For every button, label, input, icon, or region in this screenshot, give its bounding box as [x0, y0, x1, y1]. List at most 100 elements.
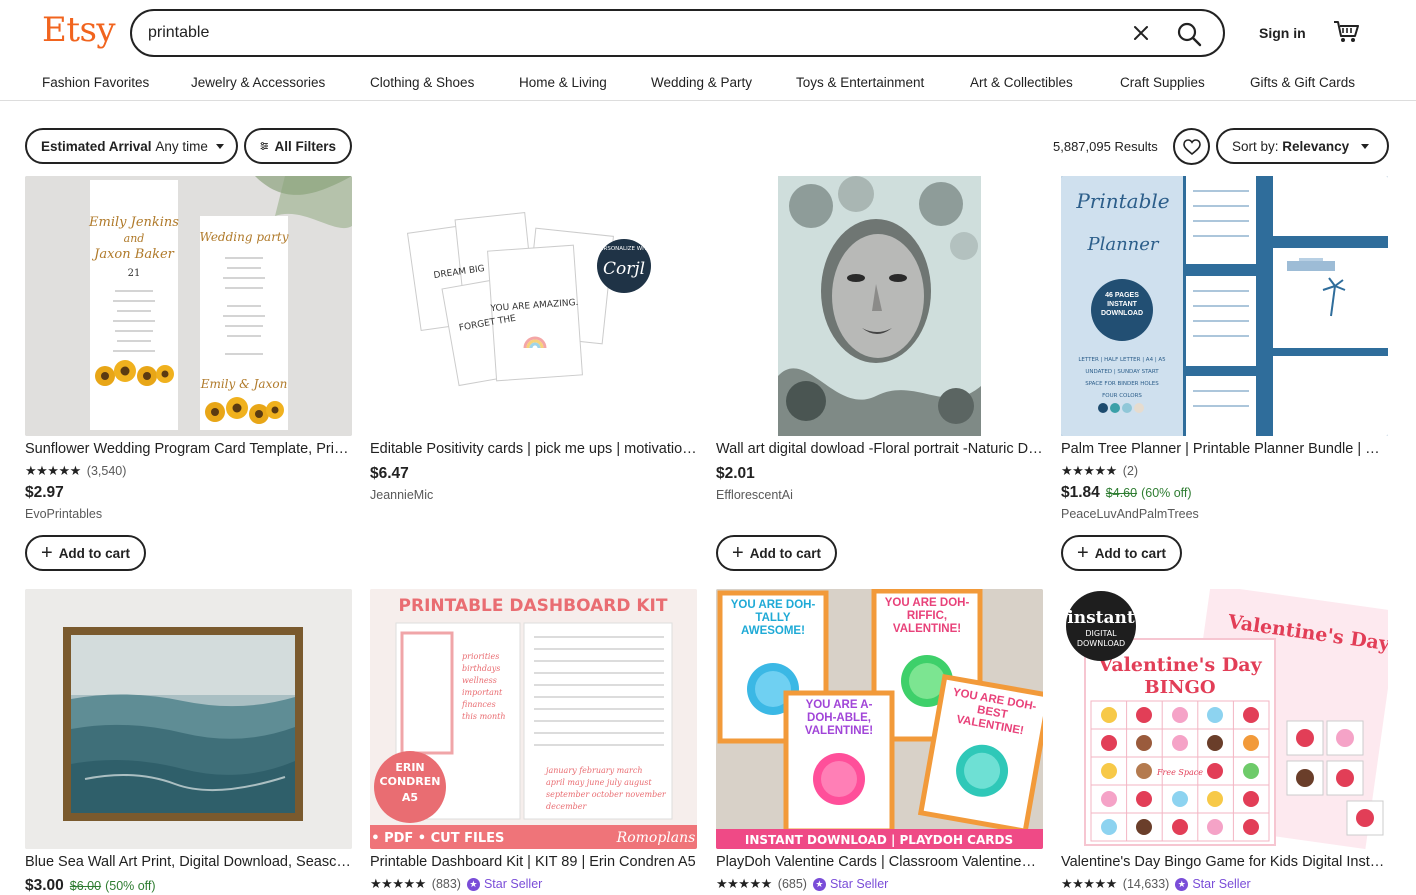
svg-text:april may june july august: april may june july august [546, 778, 652, 787]
results-count: 5,887,095 Results [1053, 139, 1158, 154]
product-image[interactable]: Emily Jenkins and Jaxon Baker 21 Wedding… [25, 176, 352, 436]
nav-gifts-gift-cards[interactable]: Gifts & Gift Cards [1250, 75, 1355, 90]
product-image[interactable]: DREAM BIG FORGET THE YOU ARE AMAZING. PE… [370, 176, 697, 436]
product-card[interactable]: PRINTABLE DASHBOARD KIT priorities birthd… [370, 589, 697, 895]
product-image[interactable]: YOU ARE DOH-TALLY AWESOME! YOU ARE DOH-R… [716, 589, 1043, 849]
shop-name[interactable]: PeaceLuvAndPalmTrees [1061, 507, 1199, 521]
badge-line-3: A5 [402, 791, 418, 804]
product-title[interactable]: Valentine's Day Bingo Game for Kids Digi… [1061, 854, 1388, 870]
product-card[interactable]: Valentine's Day Valentine's Day BINGO Fr… [1061, 589, 1388, 895]
discount: (60% off) [1141, 486, 1192, 500]
nav-home-living[interactable]: Home & Living [519, 75, 607, 90]
nav-craft-supplies[interactable]: Craft Supplies [1120, 75, 1205, 90]
corjl-badge-main: Corjl [603, 259, 645, 279]
search-bar [130, 9, 1225, 57]
clear-icon[interactable] [1130, 22, 1152, 44]
program-date: 21 [128, 268, 141, 279]
nav-clothing-shoes[interactable]: Clothing & Shoes [370, 75, 474, 90]
search-icon[interactable] [1175, 20, 1203, 48]
product-card[interactable]: DREAM BIG FORGET THE YOU ARE AMAZING. PE… [370, 176, 697, 576]
svg-text:december: december [546, 802, 588, 811]
star-seller-icon: ★ [1175, 877, 1189, 891]
playdoh-card-1: YOU ARE DOH-TALLY AWESOME! [730, 599, 816, 637]
product-image[interactable]: Printable Planner 46 PAGES INSTANT DOWNL… [1061, 176, 1388, 436]
product-price: $2.01 [716, 465, 755, 482]
bingo-sub: BINGO [1144, 677, 1215, 698]
add-to-cart-label: Add to cart [1094, 545, 1166, 561]
shop-name[interactable]: EvoPrintables [25, 507, 102, 521]
product-title[interactable]: Palm Tree Planner | Printable Planner Bu… [1061, 441, 1388, 457]
playdoh-card-2: YOU ARE DOH-RIFFIC, VALENTINE! [884, 597, 970, 635]
instant-badge-1: instant [1067, 608, 1135, 628]
shop-name[interactable]: EfflorescentAi [716, 488, 793, 502]
product-card[interactable]: YOU ARE DOH-TALLY AWESOME! YOU ARE DOH-R… [716, 589, 1043, 895]
product-price: $6.47 [370, 465, 409, 482]
product-title[interactable]: Editable Positivity cards | pick me ups … [370, 441, 697, 457]
product-card[interactable]: Wall art digital dowload -Floral portrai… [716, 176, 1043, 576]
sort-dropdown[interactable]: Sort by: Relevancy [1216, 128, 1389, 164]
etsy-logo[interactable]: Etsy [42, 10, 116, 50]
product-price: $1.84 $4.60 (60% off) [1061, 484, 1192, 502]
program-sign: Emily & Jaxon [200, 377, 288, 391]
search-input[interactable] [148, 21, 1088, 45]
product-card[interactable]: Blue Sea Wall Art Print, Digital Downloa… [25, 589, 352, 895]
add-to-cart-button[interactable]: + Add to cart [716, 535, 837, 571]
add-to-cart-button[interactable]: + Add to cart [1061, 535, 1182, 571]
star-seller-label: Star Seller [829, 877, 889, 891]
site-header: Etsy Sign in [0, 0, 1416, 66]
svg-text:birthdays: birthdays [462, 664, 500, 673]
bingo-free-space: Free Space [1156, 768, 1203, 777]
program-names-1: Emily Jenkins [88, 215, 179, 230]
product-title[interactable]: Wall art digital dowload -Floral portrai… [716, 441, 1043, 457]
nav-toys-entertainment[interactable]: Toys & Entertainment [796, 75, 924, 90]
rating-stars: ★★★★★ [1061, 463, 1117, 478]
product-rating: ★★★★★ (685) ★ Star Seller [716, 876, 888, 892]
svg-text:wellness: wellness [462, 676, 497, 685]
product-image[interactable] [716, 176, 1043, 436]
star-seller-badge: ★ Star Seller [1175, 877, 1251, 891]
product-card[interactable]: Printable Planner 46 PAGES INSTANT DOWNL… [1061, 176, 1388, 576]
cart-icon[interactable] [1333, 20, 1359, 44]
product-price: $3.00 $6.00 (50% off) [25, 877, 156, 895]
plus-icon: + [732, 542, 744, 564]
sign-in-link[interactable]: Sign in [1259, 25, 1306, 41]
product-title[interactable]: Printable Dashboard Kit | KIT 89 | Erin … [370, 854, 697, 870]
nav-wedding-party[interactable]: Wedding & Party [651, 75, 752, 90]
nav-fashion-favorites[interactable]: Fashion Favorites [42, 75, 149, 90]
original-price: $6.00 [69, 879, 102, 893]
planner-badge: 46 PAGES INSTANT DOWNLOAD [1101, 292, 1143, 317]
plus-icon: + [41, 542, 53, 564]
rating-stars: ★★★★★ [370, 876, 426, 891]
product-title[interactable]: PlayDoh Valentine Cards | Classroom Vale… [716, 854, 1043, 870]
product-image[interactable]: PRINTABLE DASHBOARD KIT priorities birthd… [370, 589, 697, 849]
planner-start: UNDATED | SUNDAY START [1085, 369, 1159, 375]
rating-stars: ★★★★★ [716, 876, 772, 891]
category-nav: Fashion Favorites Jewelry & Accessories … [0, 66, 1416, 101]
product-card[interactable]: Emily Jenkins and Jaxon Baker 21 Wedding… [25, 176, 352, 576]
product-image[interactable]: Valentine's Day Valentine's Day BINGO Fr… [1061, 589, 1388, 849]
review-count: (2) [1122, 464, 1139, 478]
favorite-search-button[interactable] [1173, 128, 1210, 165]
star-seller-icon: ★ [466, 877, 480, 891]
product-price: $2.97 [25, 484, 64, 501]
svg-text:this month: this month [462, 712, 506, 721]
product-image[interactable] [25, 589, 352, 849]
estimated-arrival-filter[interactable]: Estimated Arrival Any time [25, 128, 238, 164]
nav-jewelry-accessories[interactable]: Jewelry & Accessories [191, 75, 325, 90]
all-filters-button[interactable]: All Filters [244, 128, 352, 164]
sale-price: $1.84 [1061, 484, 1100, 501]
nav-art-collectibles[interactable]: Art & Collectibles [970, 75, 1073, 90]
heart-icon [1182, 138, 1201, 155]
planner-holes: SPACE FOR BINDER HOLES [1085, 381, 1159, 387]
add-to-cart-label: Add to cart [749, 545, 821, 561]
product-title[interactable]: Blue Sea Wall Art Print, Digital Downloa… [25, 854, 352, 870]
product-title[interactable]: Sunflower Wedding Program Card Template,… [25, 441, 352, 457]
review-count: (3,540) [86, 464, 127, 478]
original-price: $4.60 [1105, 486, 1138, 500]
shop-name[interactable]: JeannieMic [370, 488, 433, 502]
add-to-cart-button[interactable]: + Add to cart [25, 535, 146, 571]
rating-stars: ★★★★★ [25, 463, 81, 478]
product-rating: ★★★★★ (14,633) ★ Star Seller [1061, 876, 1251, 892]
svg-text:january february march: january february march [544, 766, 642, 775]
svg-text:priorities: priorities [462, 652, 499, 661]
